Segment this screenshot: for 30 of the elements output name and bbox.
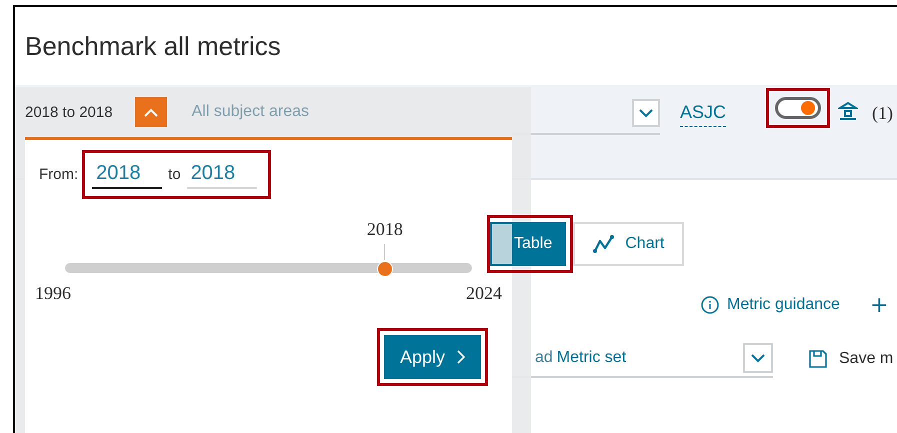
- collapse-button[interactable]: [134, 97, 167, 127]
- chart-view-button[interactable]: Chart: [573, 222, 684, 266]
- metric-guidance-link[interactable]: Metric guidance: [727, 296, 840, 314]
- slider-thumb[interactable]: [376, 261, 393, 277]
- dropdown-button[interactable]: [632, 99, 660, 127]
- year-range-value: 2018 to 2018: [25, 104, 113, 120]
- institution-icon: [838, 101, 858, 121]
- institution-count: (1): [872, 103, 894, 124]
- save-link[interactable]: Save m: [839, 350, 894, 368]
- line-chart-icon: [593, 235, 616, 253]
- info-icon: [701, 296, 719, 314]
- chevron-up-icon: [144, 108, 158, 116]
- slider-min-label: 1996: [35, 283, 71, 304]
- chevron-right-icon: [457, 350, 466, 364]
- apply-button[interactable]: Apply: [384, 335, 482, 379]
- table-view-button[interactable]: Table: [490, 222, 566, 266]
- toggle-switch[interactable]: [775, 97, 822, 119]
- slider-value: 2018: [366, 219, 403, 240]
- add-link[interactable]: +: [870, 292, 888, 318]
- to-label: to: [168, 166, 181, 183]
- metric-set-label: Metric set: [556, 349, 628, 367]
- metric-set-prefix: ad: [535, 349, 553, 367]
- chevron-down-icon: [639, 108, 653, 118]
- from-label: From:: [39, 166, 78, 183]
- classification-link[interactable]: ASJC: [680, 102, 726, 127]
- slider-max-label: 2024: [466, 283, 502, 304]
- chevron-down-icon: [751, 354, 765, 362]
- dropdown-button[interactable]: [743, 343, 773, 373]
- page-title: Benchmark all metrics: [25, 30, 281, 62]
- save-icon: [809, 350, 827, 368]
